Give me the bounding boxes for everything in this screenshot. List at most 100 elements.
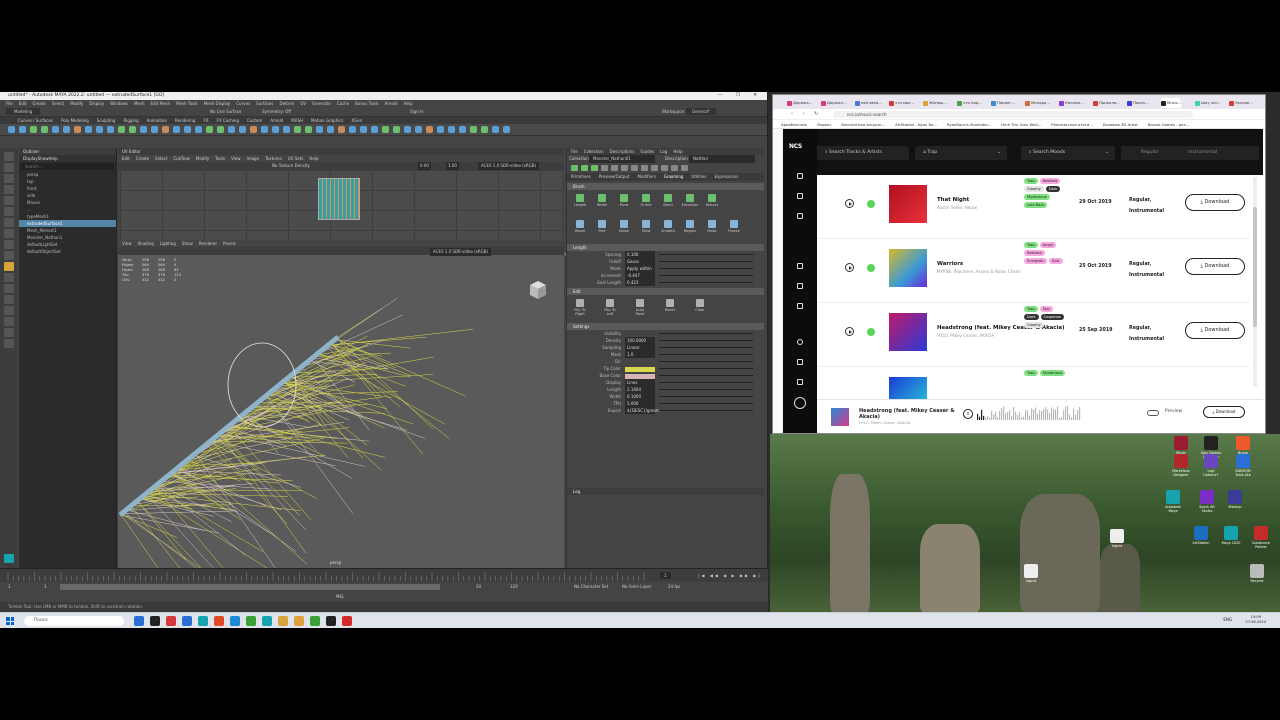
nav-buttons[interactable]: ‹ › ↻ <box>791 111 822 117</box>
field-slider[interactable] <box>659 375 753 376</box>
ncs-badge-icon[interactable] <box>794 397 806 409</box>
shelf-tool-icon[interactable] <box>107 126 114 133</box>
mood-tag[interactable]: Mysterious <box>1039 370 1066 376</box>
tool-icon[interactable] <box>4 163 14 172</box>
tool-icon[interactable] <box>4 174 14 183</box>
mood-tag[interactable]: Dark <box>1024 314 1039 320</box>
taskbar-app-icon[interactable] <box>198 616 208 626</box>
brush-mask[interactable]: Mask <box>703 220 721 233</box>
sign-in[interactable]: Sign In <box>410 108 424 115</box>
shelf-tool-icon[interactable] <box>151 126 158 133</box>
taskbar-app-icon[interactable] <box>150 616 160 626</box>
mood-tag[interactable]: Trap <box>1024 306 1038 312</box>
xgen-menu-file[interactable]: File <box>571 149 578 154</box>
xgen-toolbar-icon[interactable] <box>571 165 578 171</box>
outliner-item[interactable]: side <box>19 192 116 199</box>
field-slider[interactable] <box>659 333 753 334</box>
mood-tag[interactable]: Dark <box>1045 186 1061 192</box>
uv-menu-uv-sets[interactable]: UV Sets <box>288 156 304 161</box>
desktop-icon[interactable]: Autodesk Maya <box>1162 490 1184 513</box>
brush-flip-to-right[interactable]: Flip To Right <box>571 299 589 316</box>
viewport-scene[interactable] <box>118 255 564 570</box>
window-controls[interactable]: — ❐ ✕ <box>718 92 763 100</box>
xgen-toolbar-icon[interactable] <box>641 165 648 171</box>
shelf-tool-icon[interactable] <box>118 126 125 133</box>
shelf-tab-fx[interactable]: FX <box>203 118 208 123</box>
shelf-tool-icon[interactable] <box>162 126 169 133</box>
desktop-icon[interactable]: ArtStation <box>1190 526 1212 545</box>
taskbar-app-icon[interactable] <box>214 616 224 626</box>
shelf-tab-mash[interactable]: MASH <box>291 118 303 123</box>
xgen-tab-expressions[interactable]: Expressions <box>714 174 738 179</box>
menu-file[interactable]: File <box>6 101 13 106</box>
taskbar-app-icon[interactable] <box>166 616 176 626</box>
shelf-tool-icon[interactable] <box>228 126 235 133</box>
shelf-tool-icon[interactable] <box>140 126 147 133</box>
desktop-icon[interactable]: Maya 2020 <box>1220 526 1242 545</box>
uv-value-2[interactable]: 1.00 <box>446 162 459 170</box>
browser-tab[interactable]: Прикола... <box>1093 98 1120 108</box>
menu-mesh[interactable]: Mesh <box>134 101 145 106</box>
range-start[interactable]: 1 <box>8 582 11 592</box>
tool-icon[interactable] <box>4 306 14 315</box>
field-slider[interactable] <box>659 368 753 369</box>
start-button[interactable] <box>6 617 14 625</box>
desktop-icon[interactable]: Brave <box>1232 436 1254 455</box>
bookmark[interactable]: Яндекс <box>817 122 831 127</box>
tool-icon[interactable] <box>4 185 14 194</box>
desktop-icon[interactable]: lagcst <box>1020 564 1042 583</box>
xgen-menu-collection[interactable]: Collection <box>584 149 604 154</box>
taskbar-app-icon[interactable] <box>262 616 272 626</box>
xgen-toolbar-icon[interactable] <box>661 165 668 171</box>
desktop-icon[interactable]: Marvelous Designer <box>1170 454 1192 477</box>
shelf-tool-icon[interactable] <box>261 126 268 133</box>
browser-tab[interactable]: Жанры... <box>923 98 947 108</box>
bookmark[interactable]: ArtStation - Kyan Ra... <box>895 122 937 127</box>
shelf-tool-icon[interactable] <box>393 126 400 133</box>
outliner-item[interactable]: Mesh_Mehsxt1 <box>19 227 116 234</box>
field-slider[interactable] <box>659 354 753 355</box>
uv-menu-modify[interactable]: Modify <box>196 156 209 161</box>
length-section[interactable]: Length <box>567 244 764 251</box>
menu-deform[interactable]: Deform <box>279 101 294 106</box>
field-slider[interactable] <box>659 347 753 348</box>
menu-mesh-tools[interactable]: Mesh Tools <box>176 101 198 106</box>
xgen-toolbar-icon[interactable] <box>631 165 638 171</box>
bookmark[interactable]: Banzai Games - рез... <box>1148 122 1189 127</box>
browser-tab[interactable]: Music... <box>1161 98 1182 108</box>
time-slider[interactable]: 1 |◀ ◀◀ ◀ ▶ ▶▶ ▶| <box>0 568 768 582</box>
texel-density[interactable]: No Texture Density <box>272 162 310 170</box>
mood-tag[interactable]: Trap <box>1024 178 1038 184</box>
uv-menu-textures[interactable]: Textures <box>265 156 282 161</box>
xgen-tab-modifiers[interactable]: Modifiers <box>638 174 656 179</box>
taskbar-app-icon[interactable] <box>294 616 304 626</box>
copy-icon[interactable] <box>797 303 803 309</box>
brush-bend[interactable]: Bend <box>659 194 677 207</box>
uv-shells[interactable] <box>318 178 360 220</box>
range-bar[interactable] <box>60 584 440 590</box>
play-icon[interactable] <box>845 199 854 208</box>
xgen-tab-primitives[interactable]: Primitives <box>571 174 591 179</box>
shelf-tab-poly-modeling[interactable]: Poly Modeling <box>61 118 89 123</box>
field-value[interactable]: 0.100 <box>625 251 655 258</box>
desktop-icon[interactable]: lagcst <box>1106 529 1128 548</box>
mood-tag[interactable]: Trap <box>1024 370 1038 376</box>
field-slider[interactable] <box>659 396 753 397</box>
uv-menu-cut-sew[interactable]: Cut/Sew <box>173 156 190 161</box>
shelf-tool-icon[interactable] <box>217 126 224 133</box>
shelf-tab-fx-caching[interactable]: FX Caching <box>217 118 239 123</box>
clock[interactable]: 14:09 07.06.2024 <box>1245 615 1266 625</box>
menu-mesh-display[interactable]: Mesh Display <box>204 101 231 106</box>
tool-icon[interactable] <box>4 262 14 271</box>
range-mid[interactable]: 50 <box>476 582 481 592</box>
browser-tab[interactable]: что мох... <box>889 98 914 108</box>
range-end[interactable]: 120 <box>510 582 518 592</box>
bookmark[interactable]: RyanRaco's illustratio... <box>947 122 991 127</box>
browser-tab[interactable]: Калоны... <box>1059 98 1084 108</box>
desktop-icon[interactable]: Mazeup <box>1224 490 1246 509</box>
anim-layer[interactable]: No Anim Layer <box>622 582 651 592</box>
viewport-menu-view[interactable]: View <box>122 241 132 246</box>
waveform[interactable] <box>977 406 1081 422</box>
field-slider[interactable] <box>659 382 753 383</box>
outliner-item[interactable]: extrudedSurface1 <box>19 220 116 227</box>
